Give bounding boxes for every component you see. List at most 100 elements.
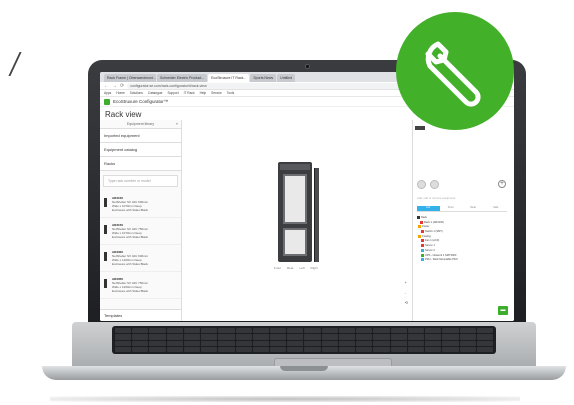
key [425, 346, 442, 352]
key [476, 328, 493, 334]
back-icon[interactable]: ← [104, 83, 109, 89]
tab-rear[interactable]: Rear [462, 206, 485, 211]
canvas-tools: + - ⟲ [405, 280, 408, 305]
bookmark[interactable]: Tools [227, 91, 234, 95]
rack-front-view[interactable] [278, 162, 312, 262]
key [390, 328, 407, 334]
key [476, 346, 493, 352]
key [115, 328, 132, 334]
rack-door-lower [283, 228, 307, 256]
reset-view-icon[interactable]: ⟲ [405, 300, 408, 305]
rack-side-view[interactable] [314, 168, 319, 262]
key [287, 346, 304, 352]
product-description: AR3350 NetShelter SX 42U 750mm Wide x 12… [112, 277, 148, 293]
bookmark[interactable]: Apps [104, 91, 111, 95]
panel-toolbar-icon[interactable] [415, 126, 425, 130]
export-button[interactable]: ▬ [498, 306, 508, 315]
rack-canvas[interactable]: Front Rear Left Right + - ⟲ [182, 120, 412, 321]
key [183, 346, 201, 352]
product-line: Enclosure with Sides Black [112, 262, 149, 266]
key [476, 334, 493, 340]
bookmark[interactable]: Support [167, 91, 178, 95]
key [356, 334, 373, 340]
laptop-scene: Rack Frame | Oberwandmont... Schneider E… [0, 0, 574, 405]
templates-footer[interactable]: Templates [100, 309, 181, 321]
product-item[interactable]: AR3150 NetShelter SX 42U 750mm Wide x 10… [100, 218, 181, 245]
key [252, 346, 270, 352]
product-item[interactable]: AR3350 NetShelter SX 42U 750mm Wide x 12… [100, 272, 181, 299]
rack-thumbnail-icon [104, 279, 107, 288]
panel-row-imported[interactable]: Imported equipment [100, 129, 181, 143]
browser-tab[interactable]: Schneider Electric Product... [157, 74, 208, 82]
bookmark[interactable]: IT Rack [184, 91, 195, 95]
legend-item[interactable]: Left [300, 266, 305, 270]
key [201, 340, 218, 346]
bookmark[interactable]: Help [200, 91, 207, 95]
legend-item[interactable]: Rear [287, 266, 294, 270]
reload-icon[interactable]: ⟳ [120, 83, 124, 89]
key [183, 340, 201, 346]
key [338, 328, 356, 334]
zoom-in-icon[interactable]: + [405, 280, 408, 285]
legend-item[interactable]: Front [274, 266, 281, 270]
bookmark[interactable]: Service [211, 91, 222, 95]
add-icon[interactable]: + [498, 180, 506, 188]
rack-top-panel [280, 164, 310, 170]
rack-search-input[interactable]: Type rack number or model [103, 175, 178, 187]
key [270, 340, 287, 346]
zoom-out-icon[interactable]: - [405, 290, 408, 295]
camera-icon [305, 64, 310, 69]
tab-list[interactable]: List [417, 206, 440, 211]
key [235, 334, 252, 340]
forward-icon[interactable]: → [112, 83, 117, 89]
browser-tab-active[interactable]: EcoStruxure IT Rack... [208, 74, 250, 82]
browser-tab[interactable]: Rack Frame | Oberwandmont... [104, 74, 156, 82]
browser-tab[interactable]: Untitled [277, 74, 296, 82]
key [442, 346, 459, 352]
tree-item-label: Server 2 [425, 249, 435, 252]
key [390, 340, 407, 346]
collapse-icon[interactable]: « [176, 121, 178, 126]
bookmark[interactable]: Solutions [130, 91, 143, 95]
product-item[interactable]: AR3100 NetShelter SX 42U 600mm Wide x 10… [100, 191, 181, 218]
round-button[interactable] [430, 180, 439, 189]
key [115, 346, 132, 352]
key [356, 340, 373, 346]
key [183, 334, 201, 340]
key [356, 346, 373, 352]
round-button[interactable] [417, 180, 426, 189]
key [373, 334, 390, 340]
tree-item[interactable]: PDU - Rack Mountable PDU [417, 258, 458, 263]
panel-row-racks[interactable]: Racks [100, 157, 181, 171]
key [425, 334, 442, 340]
tree-item-icon [417, 216, 420, 219]
key [149, 328, 166, 334]
key [407, 334, 425, 340]
tab-front[interactable]: Front [440, 206, 463, 211]
key [166, 346, 183, 352]
key [270, 346, 287, 352]
key [356, 328, 373, 334]
tree-item-label: Rack [421, 216, 427, 220]
key [201, 346, 218, 352]
key [459, 328, 476, 334]
bookmark[interactable]: Catalogue [148, 91, 163, 95]
bookmark[interactable]: Home [116, 91, 125, 95]
key [321, 334, 338, 340]
view-buttons [417, 180, 439, 189]
key [270, 328, 287, 334]
laptop-shadow [50, 396, 520, 402]
key [235, 346, 252, 352]
browser-tab[interactable]: Sports News [250, 74, 277, 82]
lid-notch [280, 366, 328, 371]
tree-item-icon [421, 253, 424, 257]
product-item[interactable]: AR3300 NetShelter SX 42U 600mm Wide x 12… [100, 245, 181, 272]
tab-side[interactable]: Side [485, 206, 508, 211]
legend-item[interactable]: Right [311, 266, 318, 270]
keyboard [112, 326, 496, 354]
key [132, 334, 149, 340]
key [287, 340, 304, 346]
key [321, 346, 338, 352]
panel-row-catalog[interactable]: Equipment catalog [100, 143, 181, 157]
view-legend: Front Rear Left Right [274, 266, 318, 270]
